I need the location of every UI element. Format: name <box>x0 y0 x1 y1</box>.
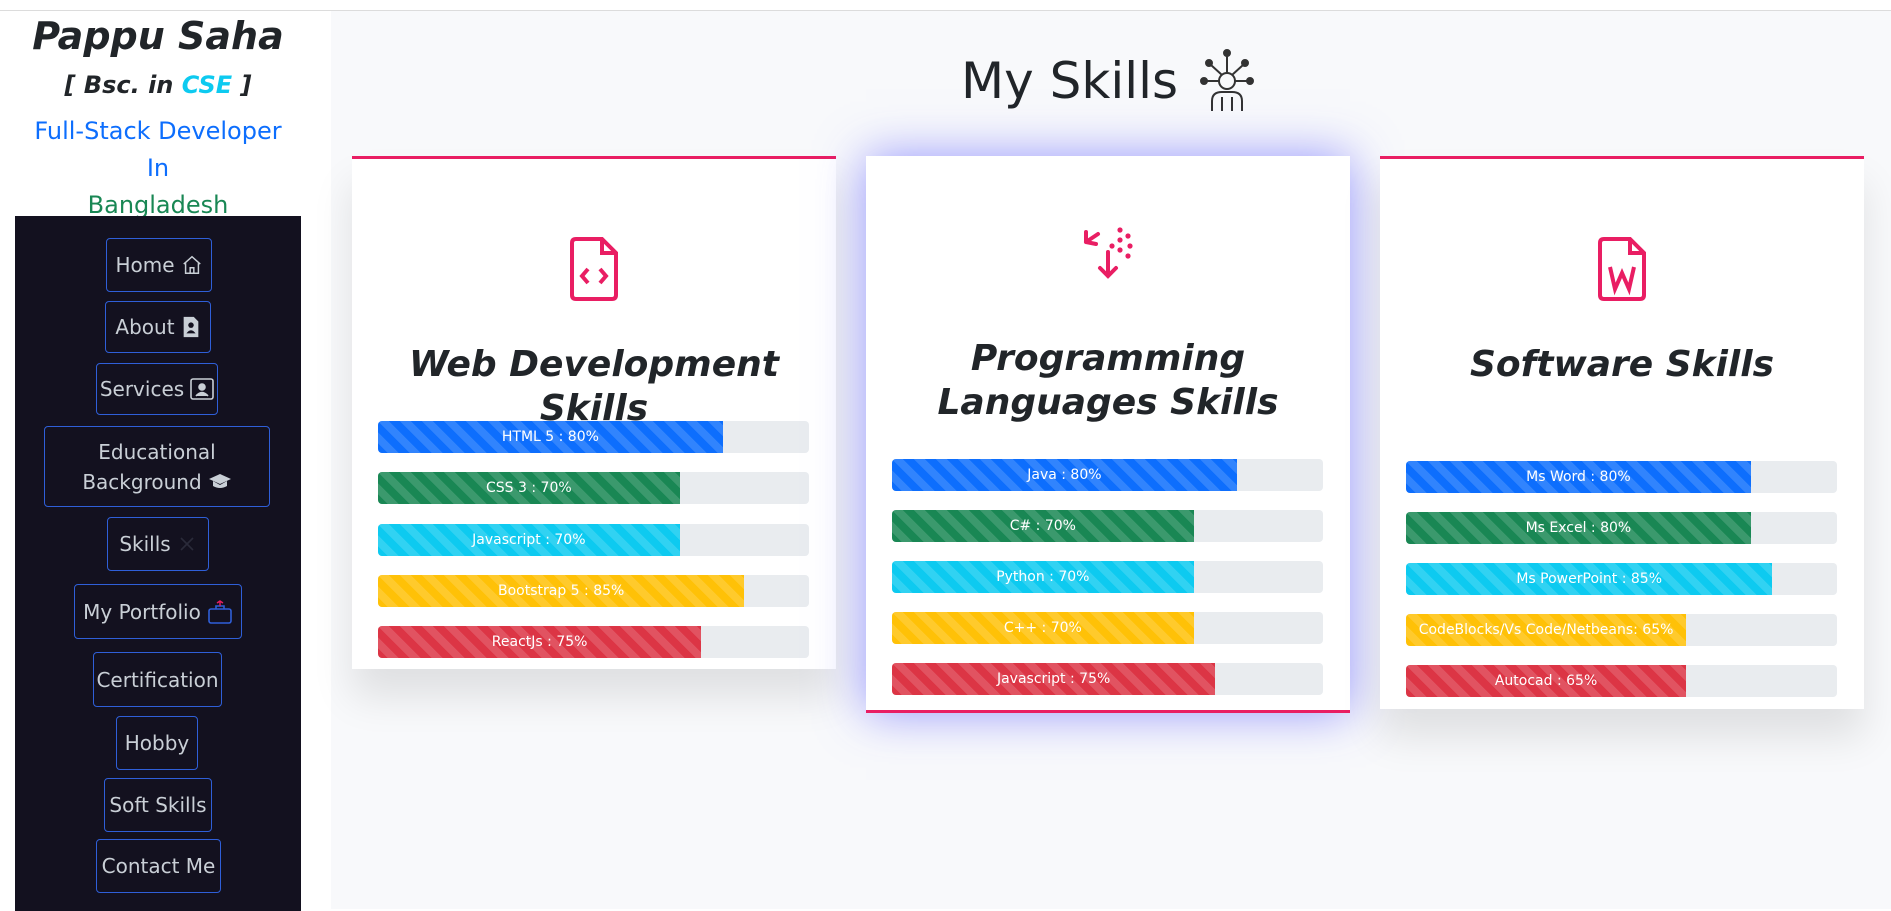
skill-bar: HTML 5 : 80% <box>378 421 809 453</box>
skill-bar-fill: Bootstrap 5 : 85% <box>378 575 745 607</box>
nav-about-button[interactable]: About <box>105 301 211 353</box>
main-content: My Skills Web Development Skills HTML 5 … <box>331 11 1891 909</box>
briefcase-icon <box>207 599 233 625</box>
file-code-icon <box>352 237 836 301</box>
skill-bar-fill: Javascript : 70% <box>378 524 680 556</box>
skill-bar-fill: Autocad : 65% <box>1406 665 1687 697</box>
skill-bar: CodeBlocks/Vs Code/Netbeans: 65% <box>1406 614 1837 646</box>
skill-bar: Javascript : 70% <box>378 524 809 556</box>
graduation-cap-icon <box>208 472 232 492</box>
skill-bar-fill: C# : 70% <box>892 510 1194 542</box>
network-person-icon <box>1200 49 1255 113</box>
skill-bar: Bootstrap 5 : 85% <box>378 575 809 607</box>
skill-bar: Ms Excel : 80% <box>1406 512 1837 544</box>
skill-bar: CSS 3 : 70% <box>378 472 809 504</box>
skill-bar: C# : 70% <box>892 510 1323 542</box>
skill-bar: Ms Word : 80% <box>1406 461 1837 493</box>
skill-bar: C++ : 70% <box>892 612 1323 644</box>
role-line-1: Full-Stack Developer In <box>34 117 282 182</box>
file-word-icon <box>1380 237 1864 301</box>
nav-hobby-label: Hobby <box>124 731 190 755</box>
nav-education-label-1: Educational <box>98 439 216 464</box>
skill-bar: Python : 70% <box>892 561 1323 593</box>
nav-portfolio-button[interactable]: My Portfolio <box>74 584 242 639</box>
person-file-icon <box>181 316 201 338</box>
nav-home-button[interactable]: Home <box>106 238 212 292</box>
person-badge-icon <box>190 378 214 400</box>
skill-bar-fill: C++ : 70% <box>892 612 1194 644</box>
nav-services-label: Services <box>99 377 185 401</box>
nav-contact-button[interactable]: Contact Me <box>96 839 221 893</box>
skill-bar: Java : 80% <box>892 459 1323 491</box>
skill-bar: Javascript : 75% <box>892 663 1323 695</box>
nav-education-line-2: Background <box>82 467 231 497</box>
skill-bar: Autocad : 65% <box>1406 665 1837 697</box>
nav-education-label-2: Background <box>82 469 202 494</box>
nav-home-label: Home <box>115 253 175 277</box>
nav-certification-button[interactable]: Certification <box>93 652 222 707</box>
skill-bar-fill: CSS 3 : 70% <box>378 472 680 504</box>
card-title: Software Skills <box>1469 344 1775 385</box>
sidebar: Pappu Saha [ Bsc. in CSE ] Full-Stack De… <box>0 11 331 911</box>
degree-field: CSE <box>181 71 233 99</box>
skill-bar-fill: CodeBlocks/Vs Code/Netbeans: 65% <box>1406 614 1687 646</box>
house-icon <box>181 254 203 276</box>
skill-bar-fill: Java : 80% <box>892 459 1237 491</box>
nav-skills-button[interactable]: Skills <box>107 517 209 571</box>
top-border <box>0 0 1891 11</box>
skill-bar: Ms PowerPoint : 85% <box>1406 563 1837 595</box>
nav-contact-label: Contact Me <box>101 854 216 878</box>
skills-icon <box>177 534 197 554</box>
nav-soft-skills-button[interactable]: Soft Skills <box>104 778 212 832</box>
nav-soft-skills-label: Soft Skills <box>109 793 207 817</box>
skill-bar-fill: HTML 5 : 80% <box>378 421 723 453</box>
card-title: Web Development Skills <box>409 344 779 429</box>
page-title-text: My Skills <box>961 52 1179 110</box>
skill-bar-fill: Python : 70% <box>892 561 1194 593</box>
sidebar-nav: Home About Services Educational Backgrou… <box>15 216 301 911</box>
card-title: Programming Languages Skills <box>937 338 1279 423</box>
nav-hobby-button[interactable]: Hobby <box>116 716 198 770</box>
skill-card-programming-languages: Programming Languages Skills Java : 80% … <box>866 156 1350 713</box>
nav-certification-label: Certification <box>96 667 219 692</box>
degree-prefix: [ Bsc. in <box>64 71 174 99</box>
skill-bar-fill: ReactJs : 75% <box>378 626 702 658</box>
box-arrow-icon <box>866 226 1350 286</box>
nav-portfolio-label: My Portfolio <box>83 599 201 624</box>
nav-about-label: About <box>115 315 175 339</box>
skill-bar-fill: Ms Excel : 80% <box>1406 512 1751 544</box>
degree-suffix: ] <box>240 71 252 99</box>
nav-services-button[interactable]: Services <box>96 363 218 415</box>
skill-bar-fill: Ms Word : 80% <box>1406 461 1751 493</box>
profile-role: Full-Stack Developer In Bangladesh <box>20 113 296 224</box>
page-title: My Skills <box>961 49 1255 113</box>
skill-bar-fill: Ms PowerPoint : 85% <box>1406 563 1773 595</box>
profile-degree: [ Bsc. in CSE ] <box>0 71 316 99</box>
skill-bar: ReactJs : 75% <box>378 626 809 658</box>
nav-education-button[interactable]: Educational Background <box>44 426 270 507</box>
skill-bar-fill: Javascript : 75% <box>892 663 1216 695</box>
profile-name: Pappu Saha <box>32 14 284 58</box>
nav-skills-label: Skills <box>119 532 171 556</box>
skill-card-software: Software Skills Ms Word : 80% Ms Excel :… <box>1380 156 1864 709</box>
skill-card-web-development: Web Development Skills HTML 5 : 80% CSS … <box>352 156 836 669</box>
